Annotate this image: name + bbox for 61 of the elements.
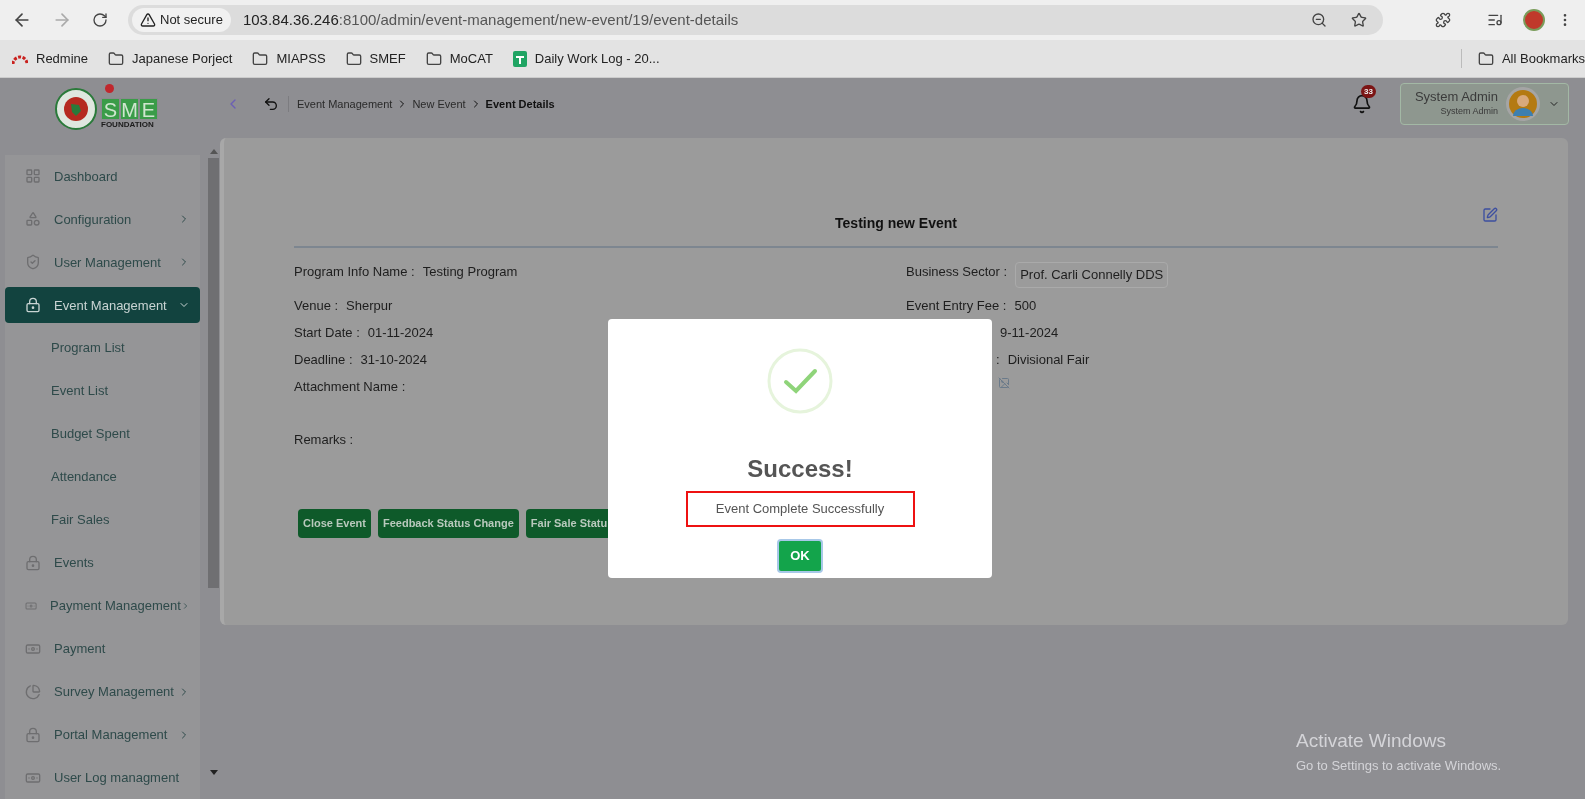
- breadcrumb[interactable]: New Event: [412, 95, 466, 113]
- field-label: Venue :: [294, 297, 339, 315]
- breadcrumb: Event Details: [485, 96, 555, 112]
- sidebar-item[interactable]: Portal Management: [5, 716, 200, 753]
- all-bookmarks[interactable]: All Bookmarks: [1460, 48, 1585, 69]
- submenu-item[interactable]: Attendance: [5, 459, 200, 495]
- breadcrumb[interactable]: Event Management: [297, 95, 393, 113]
- notification-badge: 33: [1361, 85, 1376, 98]
- bookmark[interactable]: Redmine: [12, 48, 89, 69]
- ok-button[interactable]: OK: [777, 539, 823, 573]
- logo-subtitle: FOUNDATION: [101, 120, 155, 130]
- logo-letter: S: [101, 98, 120, 120]
- submenu-item[interactable]: Budget Spent: [5, 416, 200, 453]
- sidebar-item[interactable]: Survey Management: [5, 673, 200, 710]
- field-value: 500: [1014, 297, 1037, 315]
- sidebar-item[interactable]: Configuration: [5, 201, 200, 238]
- submenu-item[interactable]: Event List: [5, 373, 200, 410]
- field-label: Start Date :: [294, 324, 360, 342]
- submenu-item[interactable]: Program List: [5, 330, 200, 367]
- field-label: :: [996, 351, 1000, 369]
- sidebar-item[interactable]: Dashboard: [5, 158, 200, 195]
- sidebar-item[interactable]: Payment Management: [5, 587, 200, 624]
- bookmark[interactable]: SMEF: [345, 48, 406, 69]
- field-label: Program Info Name :: [294, 263, 415, 281]
- user-role: System Admin: [1440, 105, 1498, 119]
- field-label: Attachment Name :: [294, 378, 406, 396]
- dialog-title: Success!: [747, 454, 853, 484]
- dialog-message: Event Complete Successfully: [685, 491, 915, 527]
- activation-title: Activate Windows: [1296, 729, 1447, 753]
- sidebar-item[interactable]: Payment: [5, 630, 200, 667]
- user-name: System Admin: [1414, 89, 1498, 106]
- field-label: Event Entry Fee :: [906, 297, 1007, 315]
- action-button[interactable]: Feedback Status Change: [377, 509, 519, 538]
- sidebar-item[interactable]: Events: [5, 544, 200, 581]
- url-text: 103.84.36.246:8100/admin/event-management/new-event/19/event-details: [242, 9, 739, 30]
- field-value: 01-11-2024: [367, 324, 434, 342]
- bookmark[interactable]: MIAPSS: [252, 48, 326, 69]
- bookmark[interactable]: Japanese Porject: [108, 48, 233, 69]
- bookmark[interactable]: MoCAT: [425, 48, 493, 69]
- bookmark[interactable]: Daily Work Log - 20...: [512, 48, 660, 69]
- field-value: Testing Program: [422, 263, 518, 281]
- address-bar[interactable]: Not secure 103.84.36.246:8100/admin/event-management/new-event/19/event-details: [128, 5, 1383, 35]
- submenu-item[interactable]: Fair Sales: [5, 502, 200, 538]
- field-value: Divisional Fair: [1007, 351, 1090, 369]
- field-value: Sherpur: [346, 297, 393, 315]
- sidebar-item[interactable]: User Management: [5, 244, 200, 281]
- sidebar-item[interactable]: Event Management: [5, 287, 200, 324]
- field-label: Business Sector :: [906, 263, 1008, 281]
- field-label: Remarks :: [294, 431, 354, 449]
- security-chip[interactable]: Not secure: [132, 8, 231, 32]
- logo-letter: E: [139, 98, 158, 120]
- activation-subtitle: Go to Settings to activate Windows.: [1296, 756, 1502, 775]
- field-value: 9-11-2024: [1000, 324, 1059, 342]
- sector-chip: Prof. Carli Connelly DDS: [1015, 262, 1169, 288]
- action-button[interactable]: Close Event: [298, 509, 371, 538]
- field-label: Deadline :: [294, 351, 353, 369]
- event-title: Testing new Event: [835, 214, 957, 233]
- sidebar-item[interactable]: User Log managment: [5, 759, 200, 796]
- user-menu[interactable]: System Admin System Admin: [1400, 83, 1569, 125]
- field-value: 31-10-2024: [360, 351, 428, 369]
- logo-letter: M: [120, 98, 139, 120]
